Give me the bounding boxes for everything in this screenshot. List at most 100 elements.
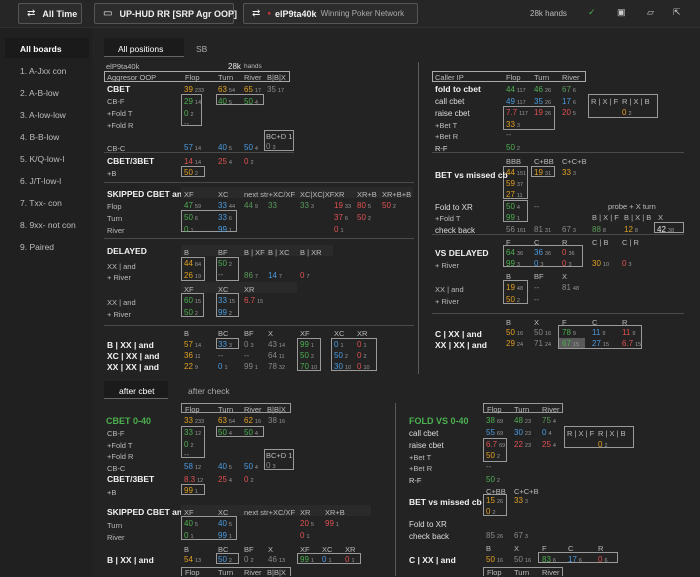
bx1-x: 43 — [268, 340, 277, 349]
sk-next: next str+XC/XF — [244, 190, 296, 199]
bx-xc: XC — [334, 329, 345, 338]
bl-cbc-flop: 58 — [184, 462, 193, 471]
cbet-turn: 63 — [218, 85, 227, 94]
vsd-xx-c: 36 — [534, 248, 543, 257]
cbet3-river: 0 — [244, 157, 249, 166]
br-rxb: R | X | B — [598, 429, 626, 438]
tab-after-check[interactable]: after check — [188, 386, 230, 396]
bx1-xf: 99 — [300, 340, 309, 349]
br-c-b: B — [486, 544, 492, 553]
probe-bxf: B | X | F — [592, 213, 619, 222]
bl-cbc-river: 50 — [244, 462, 253, 471]
bx1-b: 57 — [184, 340, 193, 349]
sidebar-item-txx[interactable]: 7. Txx- con — [20, 198, 62, 208]
bl-sk-turn-xf: 40 — [184, 519, 193, 528]
bx-x: X — [268, 329, 274, 338]
fold-t-xr-value: 99 — [506, 213, 515, 222]
cbf-label: CB-F — [107, 97, 125, 106]
check-icon[interactable]: ✓ — [588, 7, 596, 18]
raise-river: 20 — [562, 108, 571, 117]
sidebar-item-alowlow[interactable]: 3. A-low-low — [20, 110, 66, 120]
bx-bc: BC — [218, 329, 229, 338]
raise-cbet-label: raise cbet — [435, 109, 470, 118]
bx1-xc: 0 — [334, 340, 339, 349]
sk-xrb: XR+B — [357, 190, 377, 199]
bvm-ccb: C+C+B — [562, 157, 587, 166]
skipped-cbet-label: SKIPPED CBET and — [107, 189, 188, 199]
time-filter-button[interactable]: ⇄ All Time — [18, 3, 82, 24]
sk-river-label: River — [107, 226, 125, 235]
vs-delayed-label: VS DELAYED — [435, 248, 489, 258]
rxf-label: R | X | F — [591, 97, 619, 106]
report-select-button[interactable]: ▭ UP-HUD RR [SRP Agr OOP] — [94, 3, 237, 24]
fold-vs-040-title: FOLD VS 0-40 — [409, 416, 469, 426]
save-icon[interactable]: ▣ — [617, 7, 626, 18]
cbc-turn: 40 — [218, 143, 227, 152]
hands-count: 28k hands — [530, 9, 567, 18]
fold-r-label: +Fold R — [107, 121, 134, 130]
bcd-label: BC+D 1 — [266, 132, 293, 141]
br-col-flop: Flop — [487, 405, 502, 414]
br-fold-river: 75 — [542, 416, 551, 425]
br-bvm-v2: 33 — [514, 496, 523, 505]
d-xx-bf: 50 — [218, 259, 227, 268]
sidebar-item-jtlow[interactable]: 6. J/T-low-l — [20, 176, 61, 186]
d-b: B — [184, 248, 190, 257]
br-c1-label: C | XX | and — [409, 555, 456, 565]
vsd-river-f: 99 — [506, 259, 515, 268]
br-c-x: X — [514, 544, 520, 553]
sidebar-item-9xx[interactable]: 8. 9xx- not con — [20, 220, 76, 230]
tab-sb[interactable]: SB — [196, 44, 207, 54]
bx1-bc: 33 — [218, 340, 227, 349]
sidebar-item-all-boards[interactable]: All boards — [20, 44, 62, 54]
bx3-b: 22 — [184, 362, 193, 371]
bl-sk-xr: XR — [300, 508, 311, 517]
vsd-xx-r: 0 — [562, 248, 567, 257]
sk-xrbb: XR+B+B — [382, 190, 412, 199]
sidebar-item-bblow[interactable]: 4. B-B-low — [20, 132, 59, 142]
player-select-button[interactable]: ⇄ ● elP9ta40k Winning Poker Network — [243, 3, 418, 24]
br-c1-c: 17 — [568, 555, 577, 564]
bl-cbet3-river: 0 — [244, 475, 249, 484]
cbet3-flop: 14 — [184, 157, 193, 166]
br-raise-label: raise cbet — [409, 441, 444, 450]
r-col-river: River — [562, 73, 580, 82]
sk-turn-xc: 33 — [218, 213, 227, 222]
folder-icon[interactable]: ▱ — [647, 7, 654, 18]
col-bbx: B|B|X — [267, 73, 286, 82]
c1-x: 50 — [534, 328, 543, 337]
bl-skipped-label: SKIPPED CBET and — [107, 507, 188, 517]
bl-fold-r-value: -- — [184, 450, 190, 459]
sidebar-item-kqlow[interactable]: 5. K/Q-low-l — [20, 154, 64, 164]
cbf-river: 50 — [244, 97, 253, 106]
sk-river-xr: 0 — [334, 225, 339, 234]
d2-river-label: + River — [107, 310, 131, 319]
fold-t-xr-label: +Fold T — [435, 214, 461, 223]
sidebar-item-ajxx[interactable]: 1. A-Jxx con — [20, 66, 66, 76]
hands-number: 28k — [228, 62, 241, 71]
sidebar-item-paired[interactable]: 9. Paired — [20, 242, 54, 252]
call-flop: 49 — [506, 97, 515, 106]
v2-x: X — [562, 272, 568, 281]
bx-xf: XF — [300, 329, 310, 338]
br-fold-flop: 38 — [486, 416, 495, 425]
tab-after-cbet[interactable]: after cbet — [119, 386, 154, 396]
tab-all-positions[interactable]: All positions — [118, 44, 163, 54]
bl-col-river: River — [244, 405, 262, 414]
d-river-label: + River — [107, 273, 131, 282]
bx3-xc: 30 — [334, 362, 343, 371]
sidebar-item-ablow[interactable]: 2. A-B-low — [20, 88, 59, 98]
cb-probe2: 12 — [624, 225, 633, 234]
bl-bcd-label: BC+D 1 — [266, 451, 293, 460]
player-status-dot: ● — [267, 10, 272, 17]
export-icon[interactable]: ⇱ — [673, 7, 681, 18]
vsd-cr: C | R — [622, 238, 639, 247]
br-c1-x: 50 — [514, 555, 523, 564]
report-icon: ▭ — [103, 8, 113, 19]
sk-flop-label: Flop — [107, 202, 122, 211]
swap-icon: ⇄ — [252, 8, 261, 19]
cbc-river: 50 — [244, 143, 253, 152]
br-call-river: 0 — [542, 428, 547, 437]
c2-c: 27 — [592, 339, 601, 348]
bvm-label: BET vs missed cb — [435, 170, 508, 180]
